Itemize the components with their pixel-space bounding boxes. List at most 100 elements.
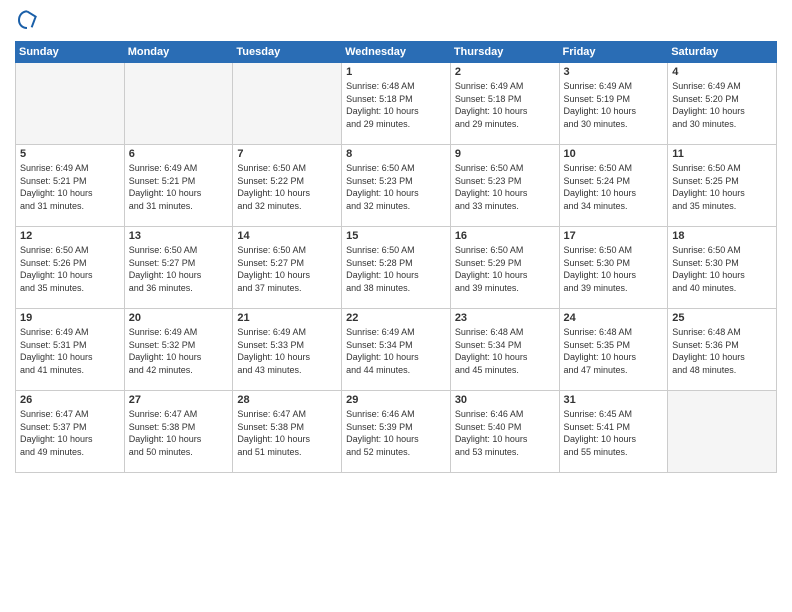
day-cell: 23Sunrise: 6:48 AM Sunset: 5:34 PM Dayli… [450, 309, 559, 391]
day-number: 30 [455, 394, 555, 406]
day-info: Sunrise: 6:50 AM Sunset: 5:23 PM Dayligh… [455, 162, 555, 212]
day-info: Sunrise: 6:49 AM Sunset: 5:31 PM Dayligh… [20, 326, 120, 376]
day-cell: 26 Sunrise: 6:47 AM Sunset: 5:37 PM Dayli… [16, 391, 125, 473]
day-cell: 24Sunrise: 6:48 AM Sunset: 5:35 PM Dayli… [559, 309, 668, 391]
day-number: 5 [20, 148, 120, 160]
day-number: 12 [20, 230, 120, 242]
day-info: Sunrise: 6:48 AM Sunset: 5:18 PM Dayligh… [346, 80, 446, 130]
day-cell [668, 391, 777, 473]
header-cell-saturday: Saturday [668, 42, 777, 63]
day-number: 7 [237, 148, 337, 160]
day-number: 25 [672, 312, 772, 324]
day-cell: 29 Sunrise: 6:46 AM Sunset: 5:39 PM Dayli… [342, 391, 451, 473]
day-cell: 21Sunrise: 6:49 AM Sunset: 5:33 PM Dayli… [233, 309, 342, 391]
day-number: 27 [129, 394, 229, 406]
logo [15, 10, 37, 35]
day-info: Sunrise: 6:50 AM Sunset: 5:28 PM Dayligh… [346, 244, 446, 294]
day-cell: 2 Sunrise: 6:49 AM Sunset: 5:18 PM Daylig… [450, 63, 559, 145]
day-number: 16 [455, 230, 555, 242]
day-number: 3 [564, 66, 664, 78]
day-cell: 8 Sunrise: 6:50 AM Sunset: 5:23 PM Daylig… [342, 145, 451, 227]
day-number: 13 [129, 230, 229, 242]
header [15, 10, 777, 35]
week-row-1: 1 Sunrise: 6:48 AM Sunset: 5:18 PM Daylig… [16, 63, 777, 145]
day-info: Sunrise: 6:50 AM Sunset: 5:25 PM Dayligh… [672, 162, 772, 212]
day-cell: 14 Sunrise: 6:50 AM Sunset: 5:27 PM Dayli… [233, 227, 342, 309]
day-number: 15 [346, 230, 446, 242]
day-info: Sunrise: 6:47 AM Sunset: 5:38 PM Dayligh… [237, 408, 337, 458]
day-info: Sunrise: 6:49 AM Sunset: 5:34 PM Dayligh… [346, 326, 446, 376]
day-info: Sunrise: 6:46 AM Sunset: 5:39 PM Dayligh… [346, 408, 446, 458]
day-number: 23 [455, 312, 555, 324]
day-number: 22 [346, 312, 446, 324]
day-cell: 16 Sunrise: 6:50 AM Sunset: 5:29 PM Dayli… [450, 227, 559, 309]
day-info: Sunrise: 6:50 AM Sunset: 5:27 PM Dayligh… [237, 244, 337, 294]
header-row: SundayMondayTuesdayWednesdayThursdayFrid… [16, 42, 777, 63]
day-info: Sunrise: 6:49 AM Sunset: 5:21 PM Dayligh… [20, 162, 120, 212]
day-number: 29 [346, 394, 446, 406]
day-number: 19 [20, 312, 120, 324]
day-cell: 17Sunrise: 6:50 AM Sunset: 5:30 PM Dayli… [559, 227, 668, 309]
day-info: Sunrise: 6:50 AM Sunset: 5:22 PM Dayligh… [237, 162, 337, 212]
day-number: 1 [346, 66, 446, 78]
day-cell: 4Sunrise: 6:49 AM Sunset: 5:20 PM Daylig… [668, 63, 777, 145]
day-info: Sunrise: 6:46 AM Sunset: 5:40 PM Dayligh… [455, 408, 555, 458]
day-number: 26 [20, 394, 120, 406]
day-cell [16, 63, 125, 145]
day-cell: 25 Sunrise: 6:48 AM Sunset: 5:36 PM Dayli… [668, 309, 777, 391]
day-number: 31 [564, 394, 664, 406]
day-number: 2 [455, 66, 555, 78]
day-cell: 31 Sunrise: 6:45 AM Sunset: 5:41 PM Dayli… [559, 391, 668, 473]
day-info: Sunrise: 6:50 AM Sunset: 5:30 PM Dayligh… [672, 244, 772, 294]
day-cell: 9 Sunrise: 6:50 AM Sunset: 5:23 PM Daylig… [450, 145, 559, 227]
day-info: Sunrise: 6:50 AM Sunset: 5:26 PM Dayligh… [20, 244, 120, 294]
day-info: Sunrise: 6:45 AM Sunset: 5:41 PM Dayligh… [564, 408, 664, 458]
header-cell-thursday: Thursday [450, 42, 559, 63]
day-info: Sunrise: 6:50 AM Sunset: 5:29 PM Dayligh… [455, 244, 555, 294]
day-info: Sunrise: 6:49 AM Sunset: 5:18 PM Dayligh… [455, 80, 555, 130]
day-cell: 30 Sunrise: 6:46 AM Sunset: 5:40 PM Dayli… [450, 391, 559, 473]
day-info: Sunrise: 6:49 AM Sunset: 5:20 PM Dayligh… [672, 80, 772, 130]
day-number: 11 [672, 148, 772, 160]
day-cell: 15 Sunrise: 6:50 AM Sunset: 5:28 PM Dayli… [342, 227, 451, 309]
day-info: Sunrise: 6:47 AM Sunset: 5:37 PM Dayligh… [20, 408, 120, 458]
week-row-3: 12 Sunrise: 6:50 AM Sunset: 5:26 PM Dayli… [16, 227, 777, 309]
day-info: Sunrise: 6:48 AM Sunset: 5:36 PM Dayligh… [672, 326, 772, 376]
day-cell: 19 Sunrise: 6:49 AM Sunset: 5:31 PM Dayli… [16, 309, 125, 391]
day-number: 20 [129, 312, 229, 324]
day-cell: 18 Sunrise: 6:50 AM Sunset: 5:30 PM Dayli… [668, 227, 777, 309]
day-info: Sunrise: 6:47 AM Sunset: 5:38 PM Dayligh… [129, 408, 229, 458]
day-number: 10 [564, 148, 664, 160]
day-number: 18 [672, 230, 772, 242]
day-number: 9 [455, 148, 555, 160]
day-cell: 11 Sunrise: 6:50 AM Sunset: 5:25 PM Dayli… [668, 145, 777, 227]
week-row-4: 19 Sunrise: 6:49 AM Sunset: 5:31 PM Dayli… [16, 309, 777, 391]
day-cell: 3 Sunrise: 6:49 AM Sunset: 5:19 PM Daylig… [559, 63, 668, 145]
day-info: Sunrise: 6:50 AM Sunset: 5:27 PM Dayligh… [129, 244, 229, 294]
day-info: Sunrise: 6:49 AM Sunset: 5:19 PM Dayligh… [564, 80, 664, 130]
day-info: Sunrise: 6:49 AM Sunset: 5:21 PM Dayligh… [129, 162, 229, 212]
day-info: Sunrise: 6:50 AM Sunset: 5:23 PM Dayligh… [346, 162, 446, 212]
day-number: 17 [564, 230, 664, 242]
page: SundayMondayTuesdayWednesdayThursdayFrid… [0, 0, 792, 612]
header-cell-sunday: Sunday [16, 42, 125, 63]
day-number: 6 [129, 148, 229, 160]
day-cell [124, 63, 233, 145]
day-info: Sunrise: 6:49 AM Sunset: 5:32 PM Dayligh… [129, 326, 229, 376]
day-cell: 12 Sunrise: 6:50 AM Sunset: 5:26 PM Dayli… [16, 227, 125, 309]
day-number: 21 [237, 312, 337, 324]
day-cell: 13 Sunrise: 6:50 AM Sunset: 5:27 PM Dayli… [124, 227, 233, 309]
day-cell: 1 Sunrise: 6:48 AM Sunset: 5:18 PM Daylig… [342, 63, 451, 145]
day-cell: 10Sunrise: 6:50 AM Sunset: 5:24 PM Dayli… [559, 145, 668, 227]
header-cell-monday: Monday [124, 42, 233, 63]
day-cell [233, 63, 342, 145]
day-number: 8 [346, 148, 446, 160]
day-number: 24 [564, 312, 664, 324]
day-cell: 27 Sunrise: 6:47 AM Sunset: 5:38 PM Dayli… [124, 391, 233, 473]
week-row-5: 26 Sunrise: 6:47 AM Sunset: 5:37 PM Dayli… [16, 391, 777, 473]
header-cell-tuesday: Tuesday [233, 42, 342, 63]
day-number: 14 [237, 230, 337, 242]
calendar-table: SundayMondayTuesdayWednesdayThursdayFrid… [15, 41, 777, 473]
day-number: 28 [237, 394, 337, 406]
header-cell-friday: Friday [559, 42, 668, 63]
